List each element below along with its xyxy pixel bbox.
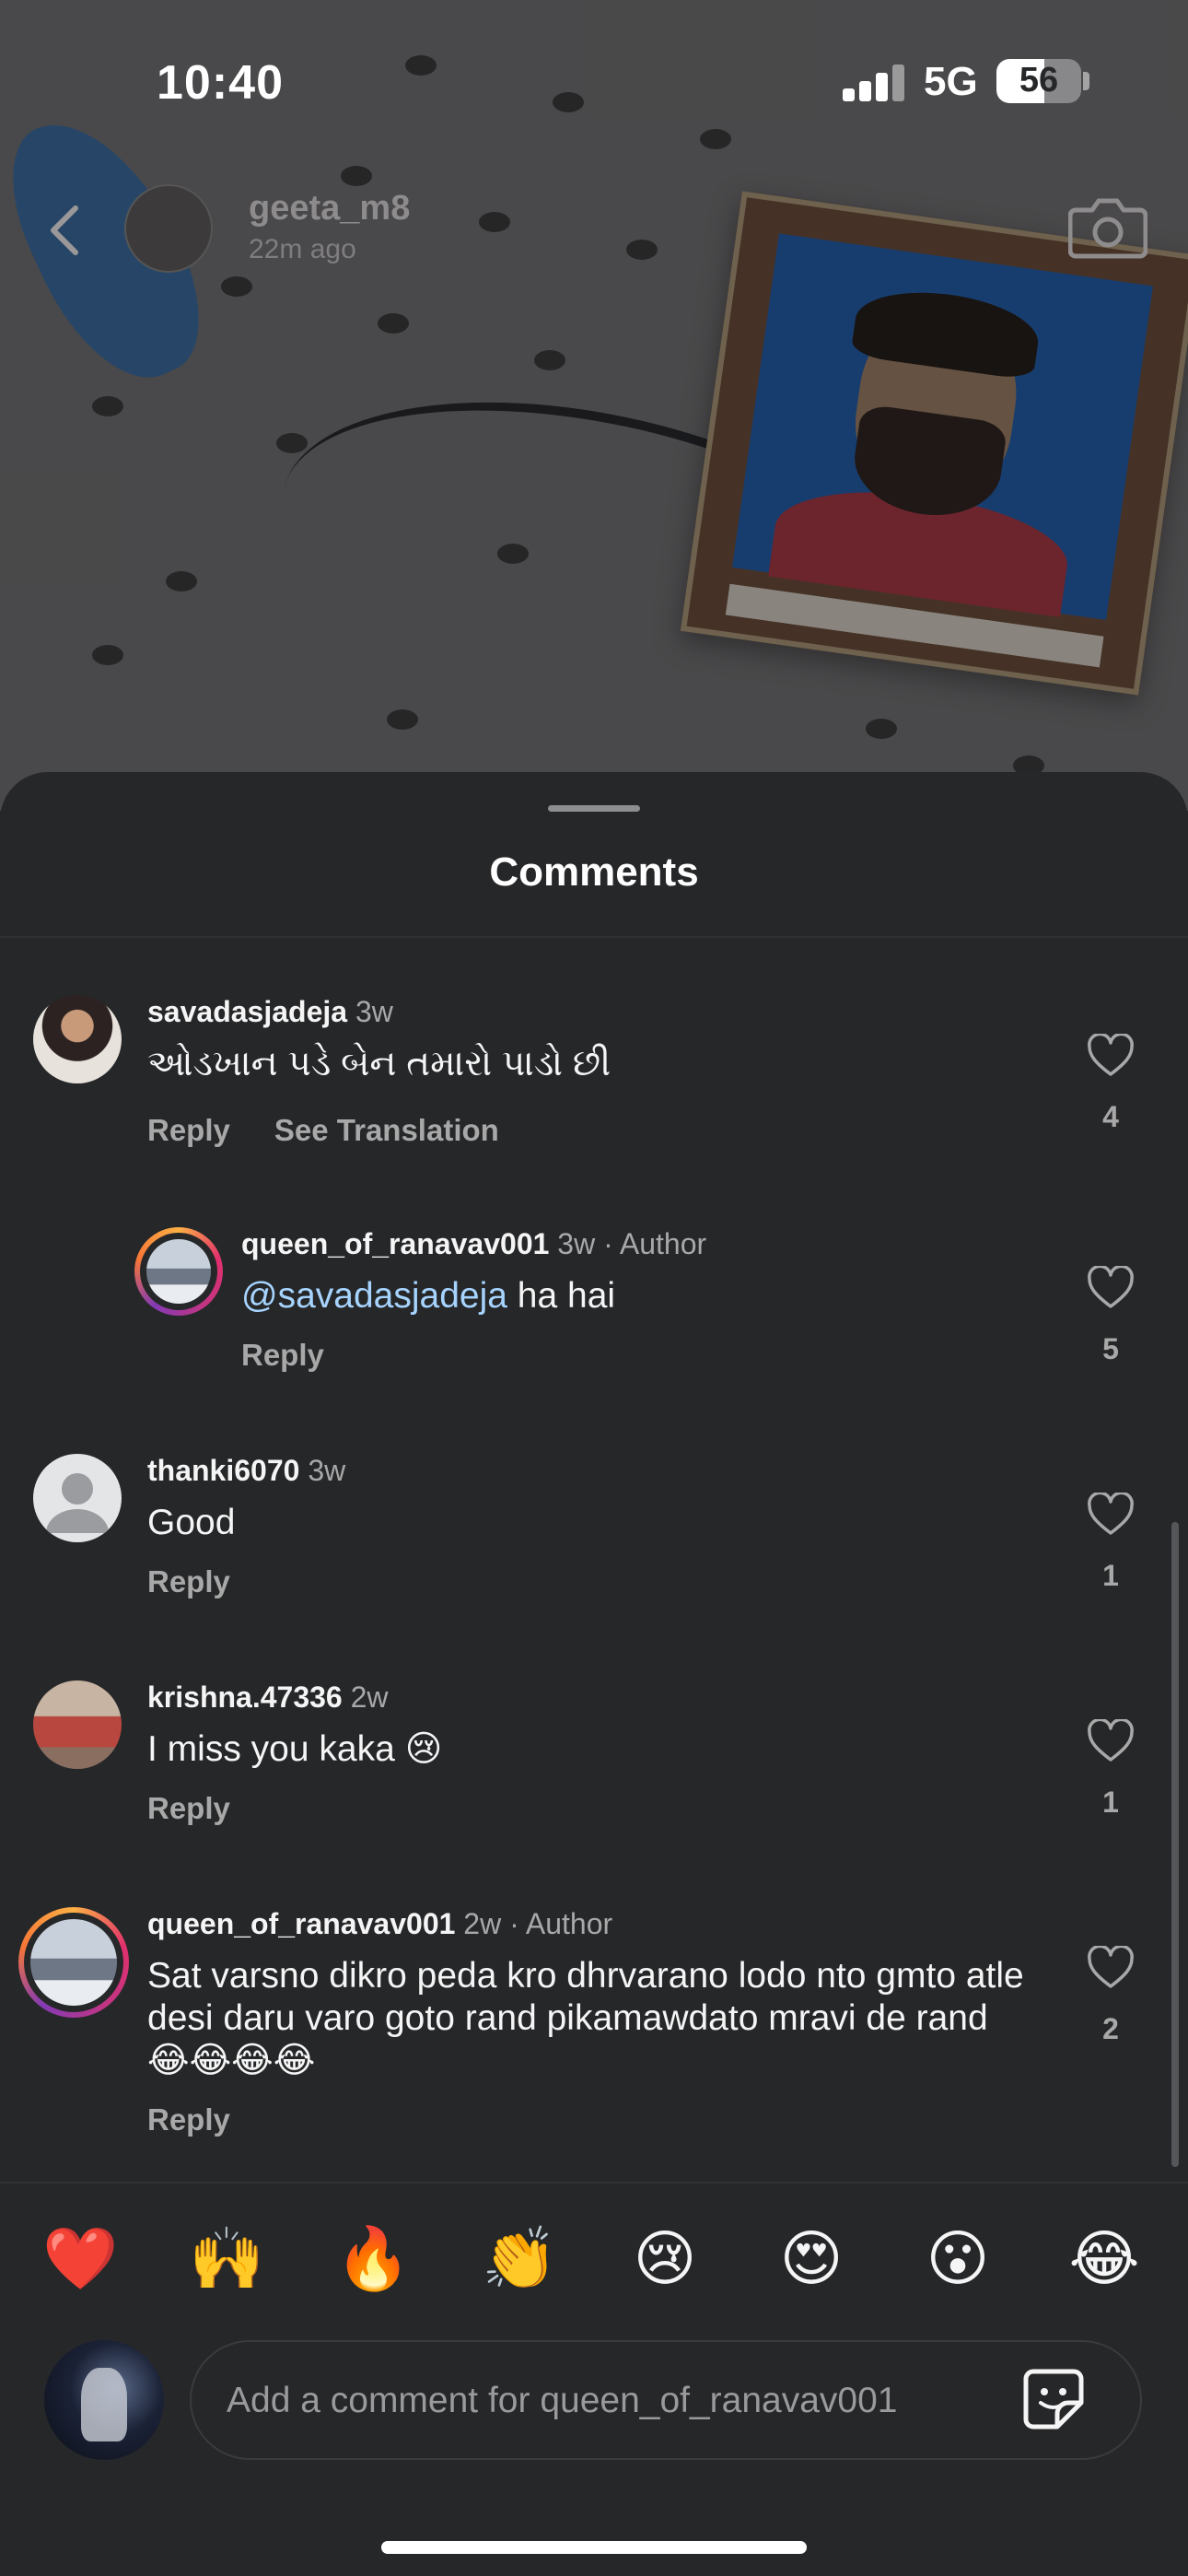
comment-text-body: ha hai (507, 1276, 616, 1316)
comment-meta: savadasjadeja 3w (147, 995, 393, 1029)
like-count: 4 (1102, 1100, 1119, 1133)
camera-icon[interactable] (1068, 193, 1147, 260)
story-username[interactable]: geeta_m8 (249, 189, 410, 228)
emoji-raised-hands[interactable]: 🙌 (189, 2222, 264, 2296)
comment-username[interactable]: queen_of_ranavav001 (241, 1227, 549, 1260)
comment-text: ઓડખાન પડે બેન તમારો પાડો છી (147, 1044, 611, 1083)
emoji-crying[interactable]: 😢 (628, 2222, 702, 2296)
battery-tip (1083, 72, 1089, 90)
signal-icon (843, 64, 905, 101)
emoji-bar: ❤️ 🙌 🔥 👏 😢 😍 😮 😂 (0, 2182, 1188, 2331)
comment-meta: queen_of_ranavav001 2w · Author (147, 1907, 612, 1941)
avatar[interactable] (33, 1454, 122, 1542)
comment-time: 3w (557, 1227, 596, 1260)
sheet-title: Comments (489, 849, 699, 895)
author-badge: · Author (603, 1227, 707, 1260)
comment-text: Good (147, 1503, 236, 1542)
like-count: 1 (1102, 1786, 1119, 1819)
avatar-story-ring[interactable] (134, 1227, 223, 1316)
heart-icon[interactable] (1087, 1034, 1135, 1078)
comment-actions: Reply (241, 1338, 368, 1373)
avatar-story-ring[interactable] (18, 1907, 129, 2018)
comment-time: 3w (355, 995, 393, 1028)
author-badge: · Author (509, 1907, 613, 1940)
comment-username[interactable]: savadasjadeja (147, 995, 347, 1028)
comment-actions: Reply (147, 1564, 274, 1599)
comment-text: I miss you kaka 😢 (147, 1729, 443, 1769)
comment-input[interactable] (225, 2342, 984, 2460)
heart-icon[interactable] (1087, 1493, 1135, 1537)
emoji-heart-eyes[interactable]: 😍 (775, 2222, 848, 2296)
story-avatar[interactable] (124, 184, 213, 273)
default-avatar-icon (46, 1473, 109, 1533)
comment-username[interactable]: queen_of_ranavav001 (147, 1907, 455, 1940)
comment-time: 2w (463, 1907, 502, 1940)
story-background: 10:40 5G 56 geeta_m8 22m ago (0, 0, 1188, 811)
heart-icon[interactable] (1087, 1266, 1135, 1310)
network-type: 5G (924, 59, 978, 104)
status-time: 10:40 (157, 56, 284, 110)
emoji-surprised[interactable]: 😮 (921, 2222, 995, 2296)
emoji-clap[interactable]: 👏 (482, 2222, 557, 2296)
reply-button[interactable]: Reply (147, 1113, 230, 1147)
comment-composer (190, 2340, 1142, 2460)
reply-button[interactable]: Reply (147, 1564, 230, 1598)
comment-meta: krishna.47336 2w (147, 1680, 389, 1715)
heart-icon[interactable] (1087, 1946, 1135, 1990)
avatar[interactable] (33, 995, 122, 1083)
sheet-divider (0, 936, 1188, 938)
comment-meta: thanki6070 3w (147, 1454, 345, 1488)
comment-text: Sat varsno dikro peda kro dhrvarano lodo… (147, 1956, 1024, 2080)
comment-actions: Reply (147, 1791, 274, 1826)
see-translation-button[interactable]: See Translation (274, 1113, 499, 1147)
home-indicator[interactable] (381, 2541, 807, 2554)
like-count: 2 (1102, 2012, 1119, 2045)
battery-level: 56 (1019, 61, 1059, 100)
back-icon[interactable] (46, 203, 83, 258)
like-count: 5 (1102, 1332, 1119, 1365)
avatar[interactable] (33, 1680, 122, 1769)
heart-icon[interactable] (1087, 1719, 1135, 1763)
like-count: 1 (1102, 1559, 1119, 1592)
my-avatar (44, 2340, 164, 2460)
comment-username[interactable]: thanki6070 (147, 1454, 299, 1487)
sticker-icon[interactable] (1020, 2366, 1087, 2432)
comment-username[interactable]: krishna.47336 (147, 1680, 343, 1714)
scrollbar[interactable] (1171, 1522, 1179, 2167)
reply-button[interactable]: Reply (241, 1338, 324, 1372)
comment-text: @savadasjadeja ha hai (241, 1275, 1033, 1317)
emoji-heart[interactable]: ❤️ (42, 2222, 118, 2296)
story-time: 22m ago (249, 234, 356, 264)
battery-icon: 56 (996, 59, 1081, 103)
reply-button[interactable]: Reply (147, 1791, 230, 1825)
comment-meta: queen_of_ranavav001 3w · Author (241, 1227, 706, 1261)
emoji-fire[interactable]: 🔥 (335, 2222, 411, 2296)
comment-time: 3w (308, 1454, 346, 1487)
comment-actions: Reply See Translation (147, 1113, 543, 1148)
reply-button[interactable]: Reply (147, 2102, 230, 2137)
sheet-grabber[interactable] (548, 805, 640, 812)
comment-time: 2w (350, 1680, 389, 1714)
emoji-laughing[interactable]: 😂 (1067, 2222, 1141, 2296)
comment-actions: Reply (147, 2102, 274, 2137)
comment-mention[interactable]: @savadasjadeja (241, 1276, 507, 1316)
